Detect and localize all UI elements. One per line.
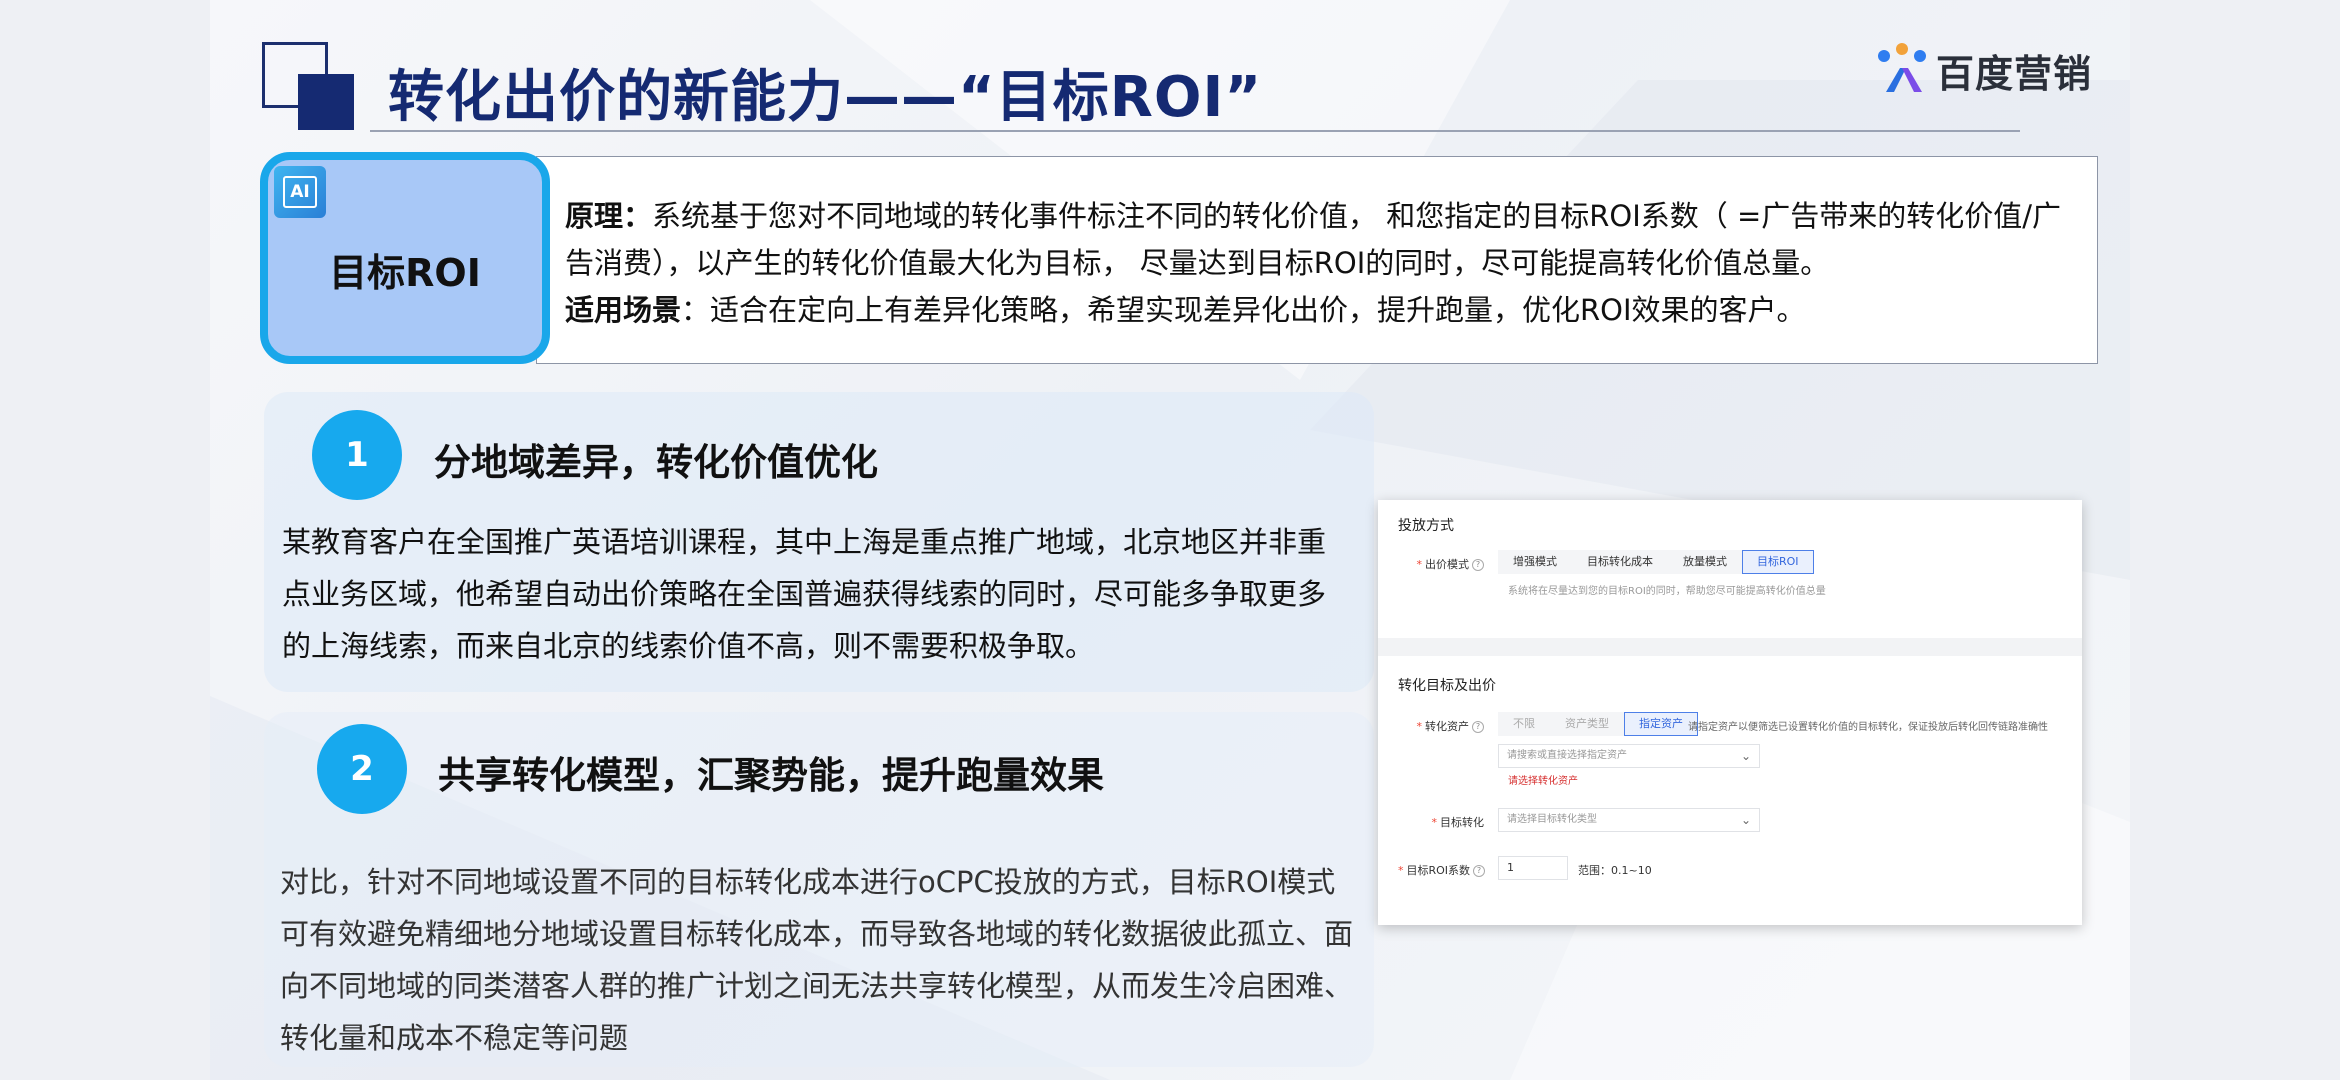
asset-error: 请选择转化资产	[1508, 776, 1578, 787]
asset-option-type[interactable]: 资产类型	[1550, 712, 1624, 736]
scenario-text: ：适合在定向上有差异化策略，希望实现差异化出价，提升跑量，优化ROI效果的客户。	[681, 293, 1806, 327]
bid-mode-hint: 系统将在尽量达到您的目标ROI的同时，帮助您尽可能提高转化价值总量	[1508, 586, 1826, 597]
embedded-settings-screenshot: 投放方式 * 出价模式? 增强模式 目标转化成本 放量模式 目标ROI 系统将在尽…	[1378, 500, 2082, 925]
baidu-paw-icon	[1878, 43, 1926, 92]
roi-coefficient-range: 范围：0.1~10	[1578, 864, 1652, 877]
slide: 转化出价的新能力——“目标ROI” 百度营销 原理：系统基于您对不同地域的转化事…	[210, 0, 2130, 1080]
section-number-1: 1	[312, 410, 402, 500]
help-icon: ?	[1472, 721, 1484, 733]
roi-badge: AI 目标ROI	[260, 152, 550, 364]
baidu-marketing-logo: 百度营销	[1872, 42, 2092, 98]
delivery-mode-heading: 投放方式	[1398, 518, 1454, 534]
bid-mode-option-enhanced[interactable]: 增强模式	[1498, 550, 1572, 574]
principle-label: 原理：	[565, 199, 653, 233]
target-conversion-select[interactable]: 请选择目标转化类型 ⌄	[1498, 808, 1760, 832]
asset-label: * 转化资产?	[1398, 718, 1484, 734]
title-underline	[370, 130, 2020, 132]
asset-option-specified[interactable]: 指定资产	[1624, 712, 1698, 736]
section-body-2: 对比，针对不同地域设置不同的目标转化成本进行oCPC投放的方式，目标ROI模式可…	[280, 865, 1354, 1055]
section-body-1: 某教育客户在全国推广英语培训课程，其中上海是重点推广地域，北京地区并非重点业务区…	[282, 525, 1327, 663]
help-icon: ?	[1473, 865, 1486, 877]
ai-chip-text: AI	[283, 176, 317, 208]
roi-badge-label: 目标ROI	[329, 251, 481, 295]
section-divider	[1378, 638, 2082, 656]
help-icon: ?	[1472, 559, 1484, 571]
scenario-line: 适用场景：适合在定向上有差异化策略，希望实现差异化出价，提升跑量，优化ROI效果…	[565, 287, 2077, 334]
section-number-2: 2	[317, 724, 407, 814]
chevron-down-icon: ⌄	[1740, 749, 1751, 763]
principle-line: 原理：系统基于您对不同地域的转化事件标注不同的转化价值， 和您指定的目标ROI系…	[565, 193, 2077, 287]
principle-text: 系统基于您对不同地域的转化事件标注不同的转化价值， 和您指定的目标ROI系数（ …	[565, 199, 2062, 280]
title-square-fill-icon	[298, 74, 354, 130]
chevron-down-icon: ⌄	[1740, 813, 1751, 827]
bid-mode-label: * 出价模式?	[1398, 556, 1484, 572]
roi-coefficient-input[interactable]: 1	[1498, 856, 1568, 880]
page-title: 转化出价的新能力——“目标ROI”	[388, 65, 1263, 130]
conversion-goal-heading: 转化目标及出价	[1398, 678, 1496, 694]
roi-description-box: 原理：系统基于您对不同地域的转化事件标注不同的转化价值， 和您指定的目标ROI系…	[536, 156, 2098, 364]
section-title-1: 分地域差异，转化价值优化	[434, 441, 878, 484]
asset-option-any[interactable]: 不限	[1498, 712, 1550, 736]
bid-mode-segmented: 增强模式 目标转化成本 放量模式 目标ROI	[1498, 550, 1814, 574]
ai-chip-icon: AI	[274, 166, 326, 218]
section-title-2: 共享转化模型，汇聚势能，提升跑量效果	[438, 754, 1104, 797]
bid-mode-option-target-cost[interactable]: 目标转化成本	[1572, 550, 1668, 574]
logo-text: 百度营销	[1936, 51, 2093, 96]
bid-mode-option-volume[interactable]: 放量模式	[1668, 550, 1742, 574]
bid-mode-option-target-roi[interactable]: 目标ROI	[1742, 550, 1814, 574]
scenario-label: 适用场景	[565, 293, 682, 327]
asset-hint: 请指定资产以便筛选已设置转化价值的目标转化，保证投放后转化回传链路准确性	[1688, 722, 2048, 733]
asset-segmented: 不限 资产类型 指定资产	[1498, 712, 1698, 736]
asset-select[interactable]: 请搜索或直接选择指定资产 ⌄	[1498, 744, 1760, 768]
target-conversion-label: * 目标转化	[1431, 816, 1485, 829]
roi-coefficient-label: * 目标ROI系数?	[1398, 862, 1486, 878]
